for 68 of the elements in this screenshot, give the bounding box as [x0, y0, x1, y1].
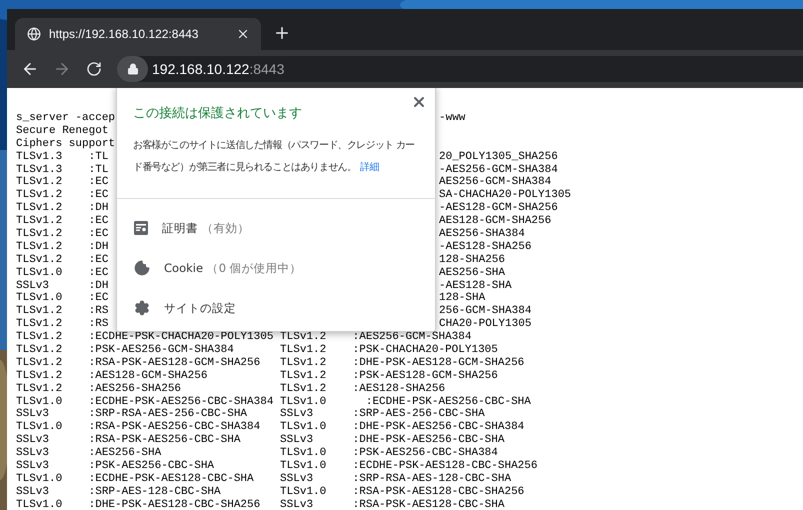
certificate-icon [134, 221, 148, 235]
terminal-line: -AES128-SHA256 [439, 240, 532, 254]
terminal-line: TLSv1.2 :AES128-GCM-SHA256 TLSv1.2 :PSK-AES128-GCM-SHA256 [16, 370, 498, 383]
popup-menu-item[interactable]: Cookie （0 個が使用中） [117, 256, 435, 280]
terminal-line: SSLv3 :PSK-AES256-CBC-SHA TLSv1.0 :ECDHE-PSK-AES128-CBC-SHA256 [16, 460, 538, 473]
terminal-line: SSLv3 :RSA-PSK-AES256-CBC-SHA SSLv3 :DHE-PSK-AES256-CBC-SHA [16, 434, 504, 448]
cookie-icon [134, 260, 150, 276]
address-bar[interactable]: 192.168.10.122:8443 [117, 56, 803, 82]
popup-menu-item[interactable]: サイトの設定 [117, 296, 435, 320]
terminal-line: 20_POLY1305_SHA256 [439, 150, 558, 164]
terminal-line: TLSv1.3 :TL [16, 150, 110, 164]
terminal-line: TLSv1.2 :AES256-SHA256 TLSv1.2 :AES128-SHA256 [16, 382, 446, 396]
terminal-line: TLSv1.3 :TL [16, 164, 110, 176]
terminal-line: Secure Renegot [16, 124, 110, 138]
terminal-line: CHA20-POLY1305 [439, 318, 532, 332]
terminal-line: TLSv1.2 :RSA-PSK-AES128-GCM-SHA256 TLSv1.2 :DHE-PSK-AES128-GCM-SHA256 [16, 356, 524, 370]
terminal-line: Ciphers support [16, 138, 116, 151]
terminal-line: AES256-SHA384 [439, 228, 525, 241]
terminal-line: AES256-SHA [439, 266, 506, 280]
terminal-line: AES256-GCM-SHA384 [439, 176, 552, 190]
tab-title: https://192.168.10.122:8443 [49, 27, 200, 41]
terminal-line: -www [439, 112, 466, 125]
terminal-line: -AES128-GCM-SHA256 [439, 202, 558, 216]
terminal-line: TLSv1.2 :EC [16, 215, 110, 228]
url-text: 192.168.10.122:8443 [152, 61, 284, 77]
terminal-line: TLSv1.0 :ECDHE-PSK-AES256-CBC-SHA384 TLSv1.0 :ECDHE-PSK-AES256-CBC-SHA [16, 396, 531, 408]
terminal-line: SSLv3 :SRP-AES-128-CBC-SHA TLSv1.0 :RSA-PSK-AES128-CBC-SHA256 [16, 486, 524, 499]
terminal-line: TLSv1.2 :DH [16, 202, 110, 216]
terminal-line: s_server -accep [16, 112, 116, 125]
terminal-line: 128-SHA [439, 292, 486, 306]
terminal-line: 128-SHA256 [439, 254, 506, 267]
terminal-line: TLSv1.2 :EC [16, 176, 110, 190]
terminal-line: SA-CHACHA20-POLY1305 [439, 189, 572, 202]
lock-button[interactable] [117, 56, 148, 82]
popup-menu-item[interactable]: 証明書 （有効） [117, 216, 435, 240]
settings-icon [134, 300, 150, 316]
reload-button[interactable] [85, 60, 103, 78]
terminal-line: TLSv1.2 :RS [16, 318, 110, 332]
new-tab-button[interactable] [273, 24, 291, 42]
terminal-line: TLSv1.0 :ECDHE-PSK-AES128-CBC-SHA SSLv3 :SRP-RSA-AES-128-CBC-SHA [16, 472, 512, 486]
terminal-line: -AES128-SHA [439, 280, 512, 292]
forward-button[interactable] [53, 60, 71, 78]
terminal-line: TLSv1.2 :DH [16, 240, 110, 254]
popup-description: お客様がこのサイトに送信した情報（パスワード、クレジット カード番号など）が第三者に見られることはありません。 詳細 [133, 138, 416, 175]
terminal-line: TLSv1.2 :EC [16, 189, 110, 202]
terminal-line: TLSv1.2 :PSK-AES256-GCM-SHA384 TLSv1.2 :PSK-CHACHA20-POLY1305 [16, 344, 498, 357]
globe-icon [27, 27, 41, 41]
terminal-line: TLSv1.0 :EC [16, 266, 110, 280]
terminal-line: TLSv1.2 :EC [16, 228, 110, 241]
terminal-line: 256-GCM-SHA384 [439, 305, 532, 318]
terminal-line: SSLv3 :DH [16, 280, 110, 292]
details-link[interactable]: 詳細 [360, 162, 379, 173]
terminal-line: TLSv1.0 :RSA-PSK-AES256-CBC-SHA384 TLSv1.0 :DHE-PSK-AES256-CBC-SHA384 [16, 421, 524, 434]
close-icon [236, 27, 250, 41]
terminal-line: TLSv1.2 :ECDHE-PSK-CHACHA20-POLY1305 TLSv1.2 :AES256-GCM-SHA384 [16, 331, 472, 344]
browser-tab[interactable]: https://192.168.10.122:8443 [15, 18, 261, 50]
terminal-line: TLSv1.2 :EC [16, 254, 110, 267]
terminal-line: SSLv3 :AES256-SHA TLSv1.0 :PSK-AES256-CBC-SHA384 [16, 447, 498, 460]
terminal-line: AES128-GCM-SHA256 [439, 215, 552, 228]
back-button[interactable] [21, 60, 39, 78]
terminal-line: TLSv1.0 :DHE-PSK-AES128-CBC-SHA256 SSLv3 :RSA-PSK-AES128-CBC-SHA [16, 498, 504, 510]
terminal-line: TLSv1.2 :RS [16, 305, 110, 318]
terminal-line: -AES256-GCM-SHA384 [439, 164, 558, 176]
terminal-line: TLSv1.0 :EC [16, 292, 110, 306]
close-button[interactable] [411, 94, 427, 110]
terminal-line: SSLv3 :SRP-RSA-AES-256-CBC-SHA SSLv3 :SRP-AES-256-CBC-SHA [16, 408, 485, 422]
popup-title: この接続は保護されています [133, 105, 303, 122]
lock-icon [126, 63, 138, 75]
